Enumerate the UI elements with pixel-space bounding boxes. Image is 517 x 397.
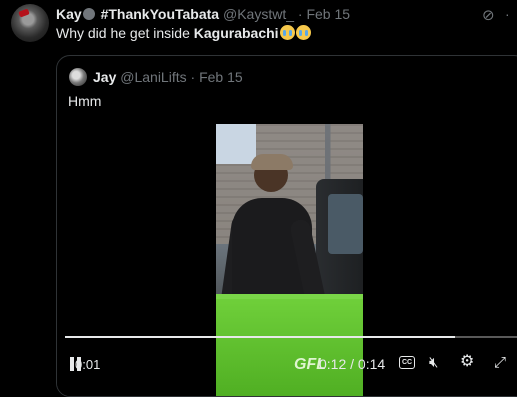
quote-header: Jay @LaniLifts · Feb 15 [93,69,243,85]
post[interactable]: Kay #ThankYouTabata @Kaystwt_ · Feb 15 ⊘… [0,0,517,397]
expand-icon[interactable]: ⤢ [494,354,506,372]
quote-author-avatar [69,68,87,86]
video-progress-fill [65,336,456,338]
quote-author-name: Jay [93,69,117,85]
video-time: 0:12 / 0:14 [319,356,386,372]
crying-emoji-icon [295,25,311,40]
quote-text: Hmm [68,93,102,109]
video-truck-window [328,194,363,254]
crying-emoji-icon [279,25,295,40]
quote-separator: · [190,69,196,85]
author-name[interactable]: Kay [56,6,82,22]
video-position-time: 0:01 [75,357,101,372]
author-hashtag[interactable]: #ThankYouTabata [101,6,220,22]
post-text: Why did he get inside Kagurabachi [56,25,311,41]
quote-author-handle: @LaniLifts [120,69,187,85]
badge-icon [82,8,95,20]
video-sky [216,124,256,164]
post-text-bold[interactable]: Kagurabachi [194,25,279,41]
post-date[interactable]: Feb 15 [306,6,350,22]
author-handle[interactable]: @Kaystwt_ [223,6,294,22]
video-progress-bar[interactable] [65,336,517,338]
quoted-post[interactable]: Jay @LaniLifts · Feb 15 Hmm GFL 0:01 0:1… [56,55,517,397]
volume-muted-icon[interactable]: 🔇︎ [429,354,438,372]
captions-icon[interactable]: CC [399,356,415,369]
more-icon[interactable]: · [505,6,511,22]
gear-icon[interactable]: ⚙ [460,353,474,371]
grok-icon[interactable]: ⊘ [482,8,498,24]
author-avatar[interactable] [11,4,49,42]
video-player[interactable]: GFL 0:01 0:12 / 0:14 CC 🔇︎ ⚙ ⤢ [57,124,517,396]
post-text-prefix: Why did he get inside [56,25,194,41]
quote-date: Feb 15 [199,69,243,85]
separator: · [297,6,303,22]
post-header: Kay #ThankYouTabata @Kaystwt_ · Feb 15 [56,6,350,22]
video-person-cap [251,154,293,170]
video-controls: 0:01 0:12 / 0:14 CC 🔇︎ ⚙ ⤢ [57,346,517,386]
